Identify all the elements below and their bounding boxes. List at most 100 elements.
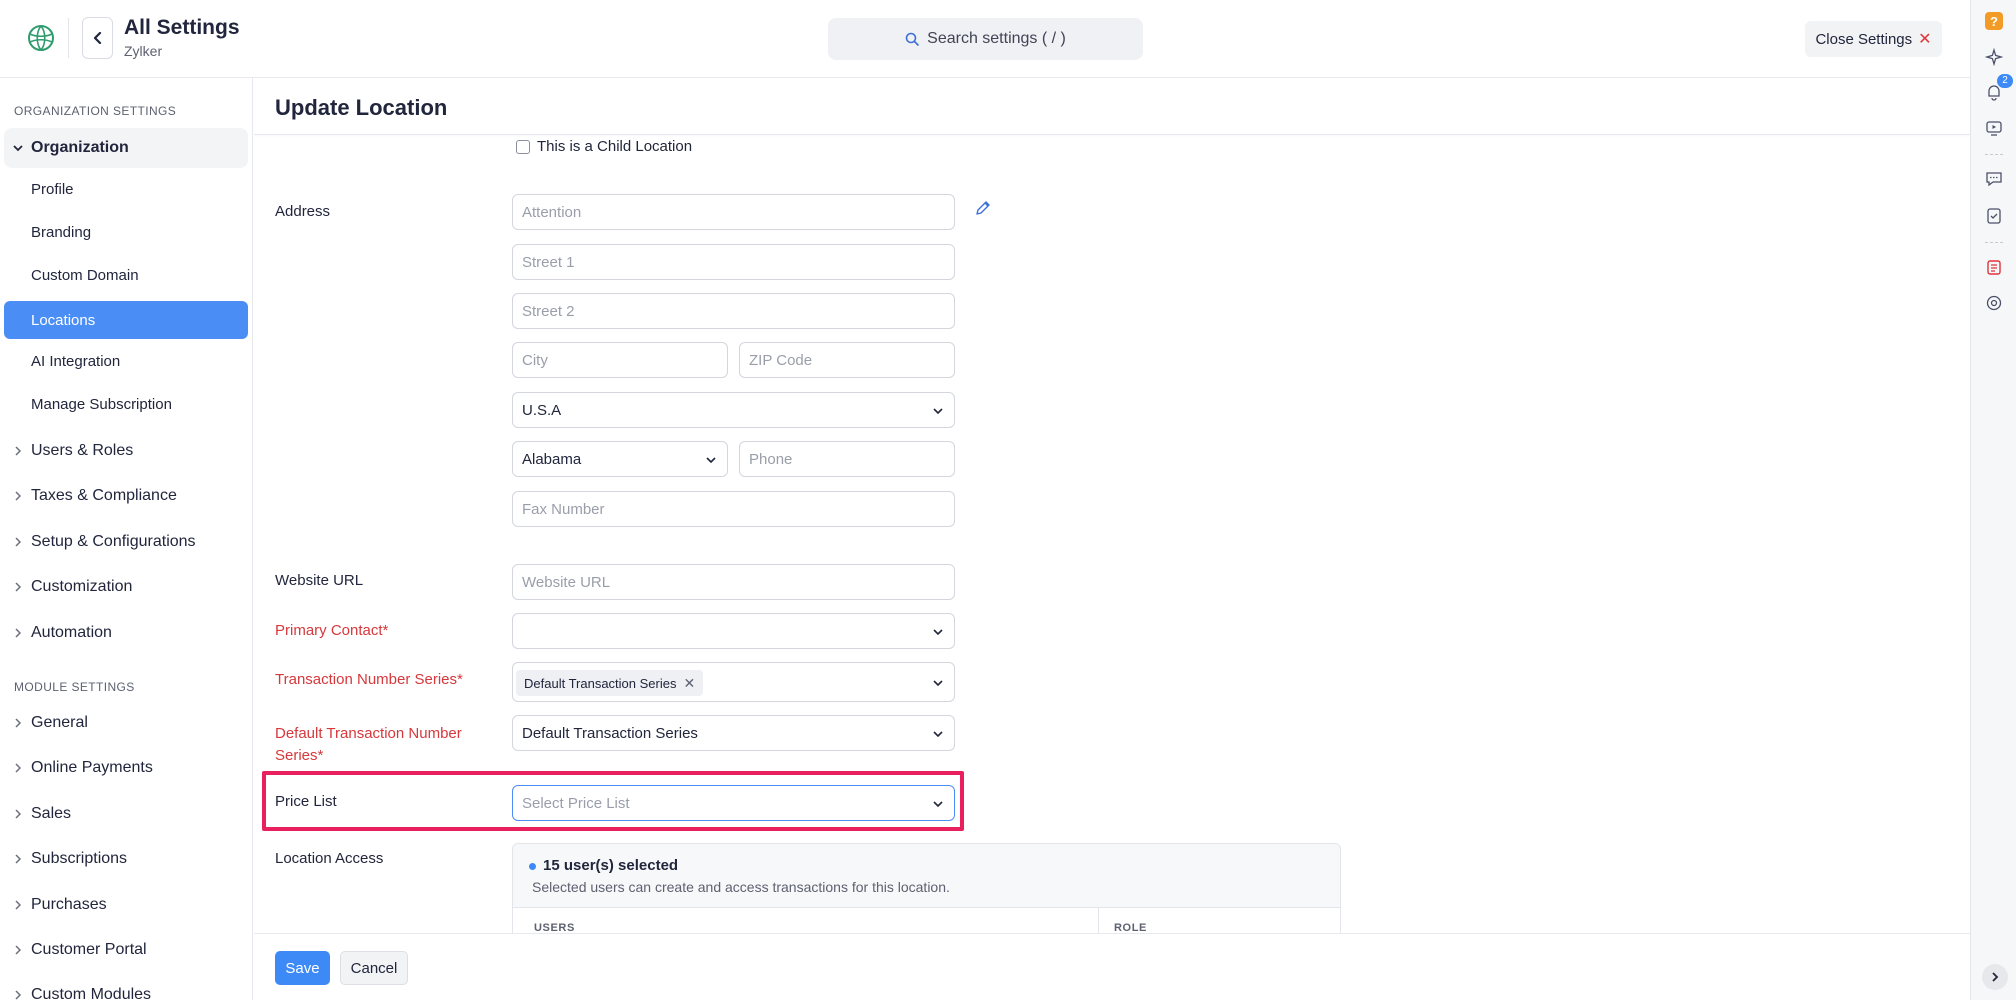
chevron-right-icon [4, 628, 31, 638]
address-label: Address [275, 203, 331, 220]
website-url-label: Website URL [275, 572, 364, 589]
primary-contact-label: Primary Contact* [275, 622, 389, 639]
sidebar-group-label: Customer Portal [31, 941, 147, 958]
chevron-down-icon [706, 457, 716, 464]
state-value: Alabama [522, 450, 582, 468]
country-select[interactable]: U.S.A [512, 392, 955, 428]
sidebar-group-customization[interactable]: Customization [4, 567, 248, 607]
chevron-right-icon [4, 809, 31, 819]
chat-icon[interactable] [1984, 169, 2004, 189]
report-icon[interactable] [1984, 257, 2004, 277]
sidebar-group-label: General [31, 714, 88, 731]
chevron-right-icon [4, 763, 31, 773]
status-dot [529, 863, 536, 870]
sidebar-item-branding[interactable]: Branding [4, 213, 248, 251]
help-icon[interactable]: ? [1984, 11, 2004, 31]
sidebar-group-online-payments[interactable]: Online Payments [4, 748, 248, 788]
zip-code-field[interactable]: ZIP Code [739, 342, 955, 378]
sidebar-item-custom-domain[interactable]: Custom Domain [4, 256, 248, 294]
settings-sidebar: ORGANIZATION SETTINGS Organization Profi… [0, 78, 253, 1000]
sidebar-group-label: Purchases [31, 896, 107, 913]
chevron-right-icon [1992, 972, 1999, 982]
sidebar-item-ai-integration[interactable]: AI Integration [4, 342, 248, 380]
cancel-button[interactable]: Cancel [340, 951, 408, 985]
tag-label: Default Transaction Series [524, 675, 677, 691]
close-icon: ✕ [1918, 31, 1932, 48]
sidebar-group-label: Custom Modules [31, 986, 152, 1000]
chevron-right-icon [4, 537, 31, 547]
sparkle-icon[interactable] [1984, 47, 2004, 67]
video-icon[interactable] [1984, 118, 2004, 138]
settings-gear-icon[interactable] [1984, 293, 2004, 313]
back-button[interactable] [82, 17, 113, 59]
chevron-right-icon [4, 582, 31, 592]
default-transaction-series-select[interactable]: Default Transaction Series [512, 715, 955, 751]
default-transaction-series-label: Default Transaction Number Series* [275, 723, 462, 767]
organization-name: Zylker [124, 43, 163, 59]
sidebar-group-label: Setup & Configurations [31, 533, 196, 550]
sidebar-group-subscriptions[interactable]: Subscriptions [4, 839, 248, 879]
sidebar-group-label: Automation [31, 624, 112, 641]
sidebar-item-profile[interactable]: Profile [4, 170, 248, 208]
sidebar-group-organization[interactable]: Organization [4, 128, 248, 168]
save-button[interactable]: Save [275, 951, 330, 985]
help-badge: ? [1985, 12, 2003, 30]
sidebar-item-locations[interactable]: Locations [4, 301, 248, 339]
location-access-description: Selected users can create and access tra… [532, 879, 950, 895]
collapse-rail-button[interactable] [1982, 964, 2008, 990]
sidebar-group-automation[interactable]: Automation [4, 613, 248, 653]
settings-title: All Settings [124, 16, 240, 39]
search-settings-input[interactable]: Search settings ( / ) [828, 18, 1143, 60]
form-footer: Save Cancel [254, 933, 1970, 1000]
notification-count-badge: 2 [1997, 74, 2013, 88]
chevron-down-icon [933, 801, 943, 808]
sidebar-group-custom-modules[interactable]: Custom Modules [4, 975, 248, 1000]
chevron-right-icon [4, 491, 31, 501]
sidebar-group-label: Taxes & Compliance [31, 487, 177, 504]
sidebar-group-users-roles[interactable]: Users & Roles [4, 431, 248, 471]
page-header: Update Location [254, 79, 1970, 135]
page-title: Update Location [275, 95, 448, 120]
sidebar-group-label: Subscriptions [31, 850, 128, 867]
sidebar-group-setup-configurations[interactable]: Setup & Configurations [4, 522, 248, 562]
sidebar-group-sales[interactable]: Sales [4, 794, 248, 834]
primary-contact-select[interactable] [512, 613, 955, 649]
price-list-label: Price List [275, 793, 337, 810]
pencil-icon[interactable] [974, 199, 992, 217]
chevron-left-icon [93, 32, 101, 44]
transaction-series-tag: Default Transaction Series ✕ [516, 670, 704, 696]
chevron-down-icon [933, 629, 943, 636]
app-root: All Settings Zylker Search settings ( / … [0, 0, 2016, 1000]
checklist-icon[interactable] [1984, 206, 2004, 226]
sidebar-group-customer-portal[interactable]: Customer Portal [4, 930, 248, 970]
attention-field[interactable]: Attention [512, 194, 955, 230]
child-location-checkbox[interactable] [516, 140, 530, 154]
street2-field[interactable]: Street 2 [512, 293, 955, 329]
sidebar-group-label: Customization [31, 578, 133, 595]
top-divider [68, 18, 69, 58]
sidebar-group-label: Users & Roles [31, 442, 134, 459]
close-icon[interactable]: ✕ [683, 675, 695, 692]
sidebar-item-manage-subscription[interactable]: Manage Subscription [4, 385, 248, 423]
child-location-label: This is a Child Location [537, 138, 693, 155]
chevron-right-icon [4, 446, 31, 456]
chevron-right-icon [4, 945, 31, 955]
rail-separator [1985, 242, 2003, 243]
state-select[interactable]: Alabama [512, 441, 728, 477]
sidebar-group-general[interactable]: General [4, 703, 248, 743]
country-value: U.S.A [522, 401, 562, 419]
sidebar-group-taxes-compliance[interactable]: Taxes & Compliance [4, 476, 248, 516]
sidebar-group-label: Online Payments [31, 759, 153, 776]
organization-settings-heading: ORGANIZATION SETTINGS [14, 104, 177, 118]
sidebar-group-purchases[interactable]: Purchases [4, 885, 248, 925]
price-list-select[interactable]: Select Price List [512, 785, 955, 821]
chevron-right-icon [4, 990, 31, 1000]
street1-field[interactable]: Street 1 [512, 244, 955, 280]
city-field[interactable]: City [512, 342, 728, 378]
fax-number-field[interactable]: Fax Number [512, 491, 955, 527]
website-url-field[interactable]: Website URL [512, 564, 955, 600]
close-settings-button[interactable]: Close Settings ✕ [1805, 21, 1942, 57]
phone-field[interactable]: Phone [739, 441, 955, 477]
rail-separator [1985, 154, 2003, 155]
label-line: Default Transaction Number [275, 725, 462, 742]
